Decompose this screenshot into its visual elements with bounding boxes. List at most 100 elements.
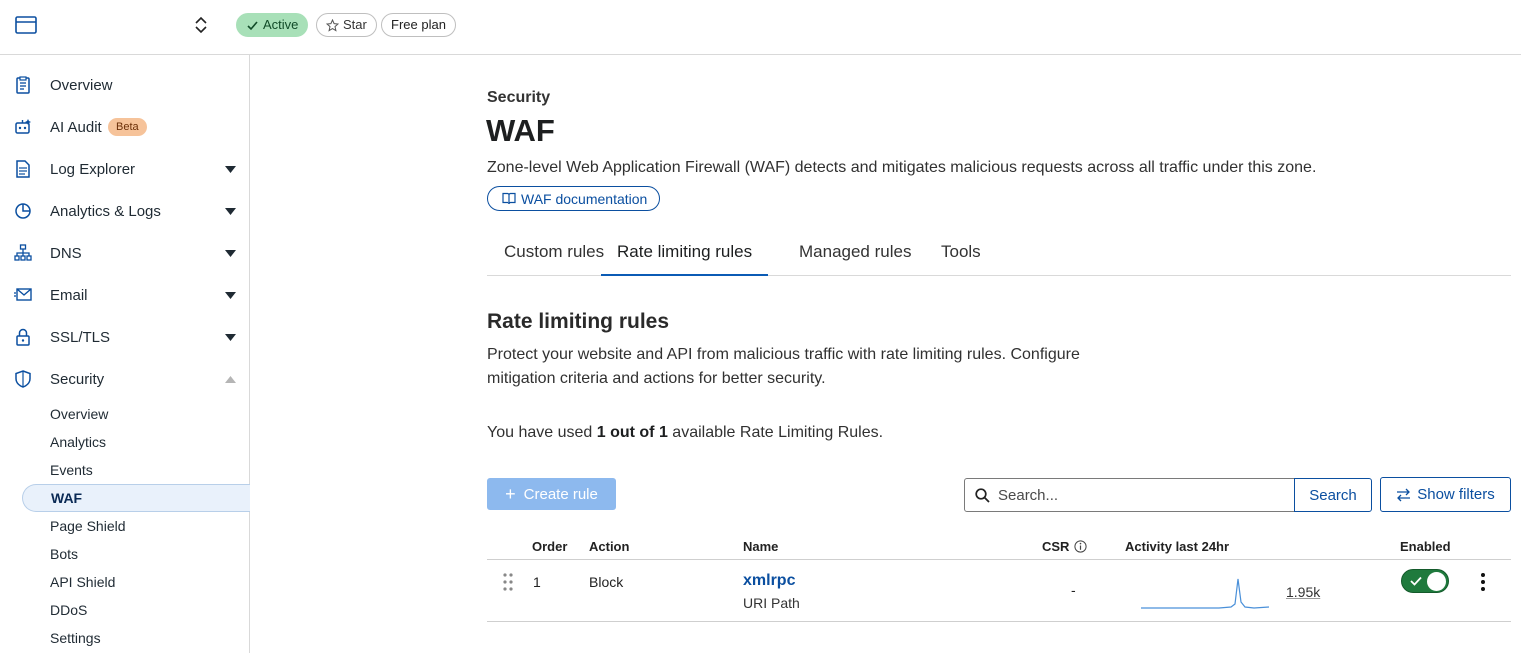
column-name[interactable]: Name (743, 539, 778, 554)
plus-icon: + (505, 484, 516, 504)
plan-badge[interactable]: Free plan (381, 13, 456, 37)
check-icon (1410, 576, 1422, 586)
beta-badge: Beta (108, 118, 147, 136)
tab-managed-rules[interactable]: Managed rules (799, 242, 911, 276)
caret-down-icon[interactable] (225, 291, 236, 299)
enabled-toggle[interactable] (1401, 569, 1449, 593)
caret-down-icon[interactable] (225, 207, 236, 215)
tab-rate-limiting-rules[interactable]: Rate limiting rules (601, 242, 769, 276)
book-icon (502, 192, 516, 205)
star-label: Star (343, 17, 367, 32)
network-icon (14, 244, 32, 261)
search-icon (975, 487, 990, 503)
sidebar-subitem-settings[interactable]: Settings (50, 624, 101, 652)
email-icon (14, 288, 32, 301)
caret-down-icon[interactable] (225, 165, 236, 173)
table-header: Order Action Name CSR Activity last 24hr… (487, 533, 1511, 560)
create-rule-label: Create rule (523, 485, 598, 503)
status-badge: Active (236, 13, 309, 37)
robot-icon (15, 119, 31, 134)
page-description: Zone-level Web Application Firewall (WAF… (487, 159, 1317, 176)
doc-link-label: WAF documentation (521, 190, 648, 207)
page-title: WAF (486, 113, 555, 148)
star-button[interactable]: Star (316, 13, 377, 37)
clipboard-icon (16, 76, 30, 94)
waf-documentation-link[interactable]: WAF documentation (487, 186, 661, 211)
log-icon (16, 160, 30, 178)
lock-icon (16, 328, 30, 346)
activity-count[interactable]: 1.95k (1286, 584, 1320, 600)
sidebar-item-overview[interactable]: Overview (0, 69, 249, 101)
star-icon (326, 18, 339, 32)
sidebar-subitem-overview[interactable]: Overview (50, 400, 108, 428)
search-button[interactable]: Search (1294, 478, 1372, 512)
drag-handle-icon[interactable] (502, 572, 514, 592)
sidebar-subitem-ddos[interactable]: DDoS (50, 596, 87, 624)
rule-csr: - (1071, 582, 1076, 598)
info-icon[interactable] (1074, 540, 1088, 553)
toggle-knob (1427, 572, 1446, 591)
tab-bar: Custom rules Rate limiting rules Managed… (487, 238, 1511, 276)
sidebar-item-log-explorer[interactable]: Log Explorer (0, 153, 249, 185)
rules-table: Order Action Name CSR Activity last 24hr… (487, 533, 1511, 622)
tab-custom-rules[interactable]: Custom rules (504, 242, 604, 276)
chevron-up-down-icon[interactable] (193, 15, 209, 35)
column-csr[interactable]: CSR (1042, 539, 1088, 554)
sidebar-item-security[interactable]: Security (0, 363, 249, 395)
status-label: Active (263, 17, 299, 32)
caret-up-icon[interactable] (225, 375, 236, 383)
sidebar-item-analytics-logs[interactable]: Analytics & Logs (0, 195, 249, 227)
section-title: Rate limiting rules (487, 310, 670, 333)
column-action[interactable]: Action (589, 539, 629, 554)
shield-icon (15, 370, 31, 388)
sidebar-item-label: Email (50, 286, 88, 304)
sidebar-item-label: Log Explorer (50, 160, 136, 178)
sidebar-item-ssl-tls[interactable]: SSL/TLS (0, 321, 249, 353)
column-activity: Activity last 24hr (1125, 539, 1230, 554)
show-filters-button[interactable]: Show filters (1380, 477, 1511, 512)
check-icon (247, 20, 258, 30)
section-description: Protect your website and API from malici… (487, 346, 1080, 387)
caret-down-icon[interactable] (225, 333, 236, 341)
show-filters-label: Show filters (1417, 486, 1495, 503)
plan-label: Free plan (391, 17, 446, 32)
sidebar-subitem-analytics[interactable]: Analytics (50, 428, 106, 456)
browser-window-icon[interactable] (15, 15, 37, 35)
usage-text: You have used 1 out of 1 available Rate … (487, 424, 884, 441)
sidebar-subitem-events[interactable]: Events (50, 456, 93, 484)
breadcrumb: Security (487, 89, 551, 106)
sidebar-item-dns[interactable]: DNS (0, 237, 249, 269)
rule-order: 1 (533, 574, 541, 590)
column-order[interactable]: Order (532, 539, 567, 554)
search-field[interactable] (964, 478, 1295, 512)
sidebar-subitem-bots[interactable]: Bots (50, 540, 78, 568)
sidebar-item-email[interactable]: Email (0, 279, 249, 311)
main-content: Security WAF Zone-level Web Application … (251, 55, 1521, 653)
create-rule-button[interactable]: + Create rule (487, 478, 616, 510)
rule-name-link[interactable]: xmlrpc (743, 572, 795, 590)
activity-sparkline (1141, 578, 1269, 609)
sidebar-item-label: AI Audit (50, 118, 102, 136)
sidebar-item-label: DNS (50, 244, 82, 262)
caret-down-icon[interactable] (225, 249, 236, 257)
sidebar-subitem-api-shield[interactable]: API Shield (50, 568, 115, 596)
column-enabled: Enabled (1400, 539, 1451, 554)
top-bar: Active Star Free plan (0, 0, 1521, 55)
sidebar-item-label: Analytics & Logs (50, 202, 161, 220)
swap-arrows-icon (1397, 488, 1411, 501)
tab-tools[interactable]: Tools (941, 242, 981, 276)
usage-count: 1 out of 1 (596, 424, 668, 441)
sidebar: Overview AI Audit Beta Log Explorer Anal… (0, 55, 250, 653)
sidebar-subitem-waf[interactable]: WAF (22, 484, 250, 512)
sidebar-subitem-page-shield[interactable]: Page Shield (50, 512, 126, 540)
rule-field: URI Path (743, 595, 800, 611)
sidebar-item-label: Overview (50, 76, 113, 94)
search-input[interactable] (998, 486, 1278, 504)
sidebar-item-label: SSL/TLS (50, 328, 111, 346)
sidebar-item-label: Security (50, 370, 105, 388)
rule-action: Block (589, 574, 624, 590)
kebab-menu-icon[interactable] (1479, 572, 1487, 592)
pie-chart-icon (15, 203, 31, 219)
sidebar-item-ai-audit[interactable]: AI Audit Beta (0, 111, 249, 143)
table-row[interactable]: 1 Block xmlrpc URI Path - 1.95k (487, 560, 1511, 622)
